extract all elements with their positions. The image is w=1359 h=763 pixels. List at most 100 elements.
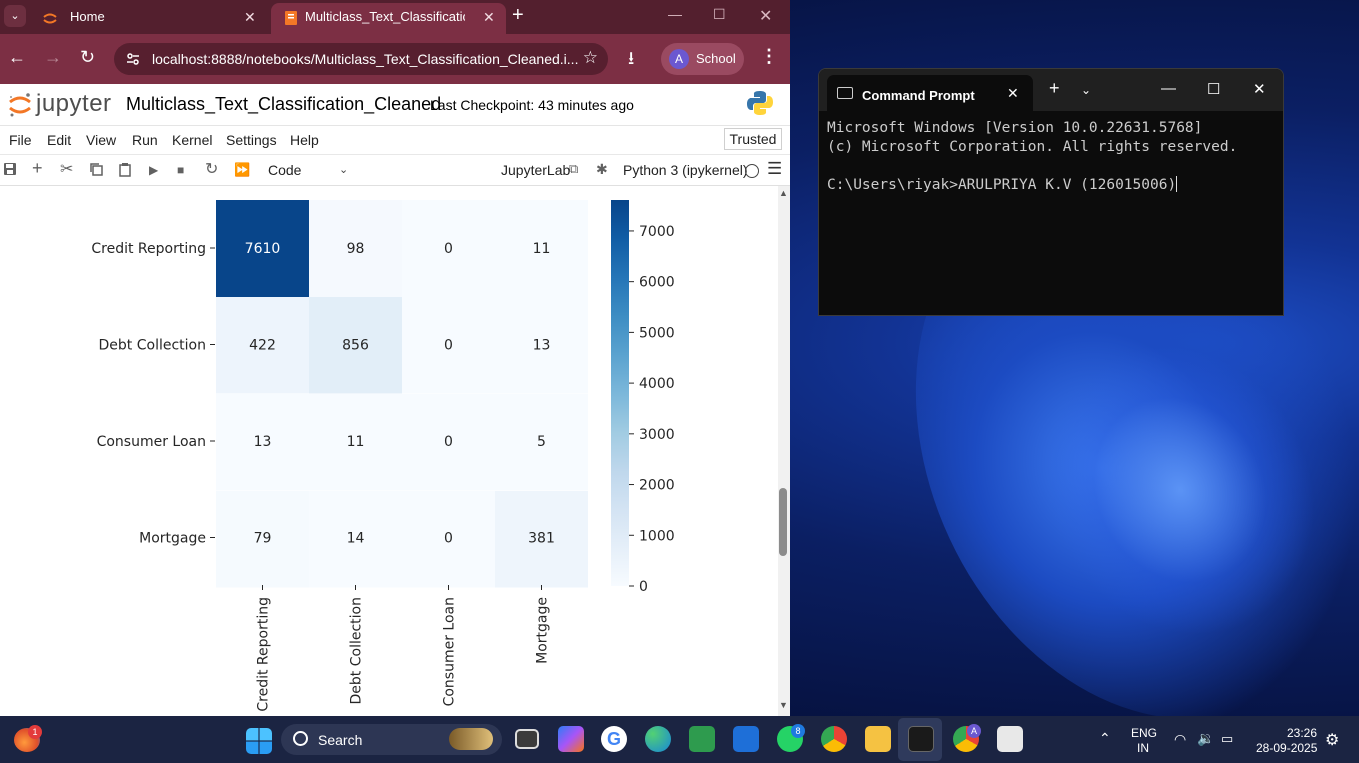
- browser-window: ⌄ Home ✕ Multiclass_Text_Classification_…: [0, 0, 790, 716]
- confusion-matrix-heatmap: 7610 98 0 11 Credit Reporting 422 856 0 13 Debt C…: [91, 200, 675, 712]
- new-tab-button[interactable]: +: [512, 4, 524, 27]
- battery-icon[interactable]: ▭: [1221, 731, 1233, 747]
- jupyter-logo-icon: [9, 93, 31, 117]
- terminal-prompt-line: C:\Users\riyak>ARULPRIYA K.V (126015006): [827, 177, 1177, 193]
- maximize-button[interactable]: ☐: [1207, 80, 1220, 98]
- add-cell-icon[interactable]: +: [32, 158, 43, 179]
- notebook-scrollbar[interactable]: ▲ ▼: [778, 186, 790, 716]
- bookmark-star-icon[interactable]: ☆: [583, 48, 598, 68]
- widgets-badge: 1: [28, 725, 42, 739]
- chevron-up-icon[interactable]: ⌃: [1099, 730, 1111, 747]
- clock-date[interactable]: 28-09-2025: [1256, 741, 1317, 755]
- cell-value-label: 422: [249, 338, 276, 354]
- hamburger-menu-icon[interactable]: ☰: [767, 159, 782, 179]
- whatsapp-badge: 8: [791, 724, 805, 738]
- cut-icon[interactable]: ✂: [60, 159, 73, 179]
- close-icon[interactable]: ✕: [244, 3, 256, 31]
- minimize-button[interactable]: —: [1161, 80, 1176, 97]
- stop-icon[interactable]: ■: [177, 163, 184, 177]
- debugger-bug-icon[interactable]: ✱: [596, 161, 608, 178]
- tab-notebook-label: Multiclass_Text_Classification_Cleaned: [305, 9, 465, 24]
- terminal-line: C:\Users\riyak>ARULPRIYA K.V (126015006): [827, 176, 1277, 195]
- jupyter-logo[interactable]: jupyter: [8, 90, 120, 118]
- input-language[interactable]: ENG: [1131, 726, 1157, 740]
- forward-arrow-icon[interactable]: →: [44, 47, 62, 68]
- menu-file[interactable]: File: [9, 132, 32, 148]
- notepad-icon[interactable]: [733, 726, 759, 752]
- site-info-icon[interactable]: [126, 52, 140, 66]
- notebook-output-area: 7610 98 0 11 Credit Reporting 422 856 0 13 Debt C…: [0, 186, 778, 716]
- reload-icon[interactable]: ↻: [80, 47, 95, 68]
- download-icon[interactable]: ⭳: [628, 46, 634, 76]
- google-icon[interactable]: G: [601, 726, 627, 752]
- close-icon[interactable]: ✕: [1007, 85, 1019, 102]
- menu-bar: File Edit View Run Kernel Settings Help …: [0, 126, 790, 154]
- notebook-title[interactable]: Multiclass_Text_Classification_Cleaned: [126, 94, 441, 115]
- edge-icon[interactable]: [645, 726, 671, 752]
- new-tab-button[interactable]: +: [1049, 78, 1060, 99]
- scrollbar-thumb[interactable]: [779, 488, 787, 556]
- column-tick-label: Mortgage: [535, 597, 551, 664]
- copilot-icon[interactable]: [558, 726, 584, 752]
- jupyter-header: jupyter Multiclass_Text_Classification_C…: [0, 84, 790, 126]
- tab-home[interactable]: Home ✕: [30, 3, 267, 34]
- close-window-button[interactable]: ✕: [1253, 80, 1266, 98]
- copy-icon[interactable]: [89, 162, 103, 179]
- scroll-down-arrow-icon[interactable]: ▼: [779, 700, 788, 710]
- menu-kernel[interactable]: Kernel: [172, 132, 212, 148]
- row-tick-label: Mortgage: [139, 531, 206, 547]
- terminal-icon[interactable]: [908, 726, 934, 752]
- trusted-indicator[interactable]: Trusted: [724, 128, 782, 150]
- column-tick-label: Consumer Loan: [442, 597, 458, 706]
- windows-start-icon[interactable]: [246, 728, 272, 754]
- wifi-icon[interactable]: ◠: [1174, 731, 1186, 748]
- task-view-icon[interactable]: [515, 729, 539, 749]
- clock-time[interactable]: 23:26: [1287, 726, 1317, 740]
- input-region[interactable]: IN: [1137, 741, 1149, 755]
- menu-run[interactable]: Run: [132, 132, 158, 148]
- cell-type-select[interactable]: Code: [268, 162, 301, 178]
- terminal-output[interactable]: Microsoft Windows [Version 10.0.22631.57…: [827, 119, 1277, 195]
- close-icon[interactable]: ✕: [483, 3, 495, 31]
- chevron-down-icon[interactable]: ⌄: [1081, 83, 1091, 97]
- terminal-titlebar: Command Prompt ✕ + ⌄ — ☐ ✕: [819, 69, 1283, 111]
- tab-search-button[interactable]: ⌄: [4, 5, 26, 27]
- menu-view[interactable]: View: [86, 132, 116, 148]
- classroom-icon[interactable]: [689, 726, 715, 752]
- paste-icon[interactable]: [118, 162, 132, 180]
- restart-icon[interactable]: ↻: [205, 159, 218, 179]
- cmd-icon: [837, 87, 853, 99]
- chevron-down-icon[interactable]: ⌄: [339, 163, 348, 176]
- back-arrow-icon[interactable]: ←: [8, 47, 26, 68]
- menu-edit[interactable]: Edit: [47, 132, 71, 148]
- address-bar[interactable]: localhost:8888/notebooks/Multiclass_Text…: [114, 43, 608, 75]
- browser-toolbar: ← → ↻ localhost:8888/notebooks/Multiclas…: [0, 34, 790, 84]
- external-link-icon[interactable]: ⧉: [569, 161, 578, 177]
- terminal-window: Command Prompt ✕ + ⌄ — ☐ ✕ Microsoft Win…: [818, 68, 1284, 316]
- run-icon[interactable]: ▶: [149, 163, 158, 177]
- colorbar-tick-label: 4000: [639, 376, 675, 392]
- tab-notebook[interactable]: Multiclass_Text_Classification_Cleaned ✕: [271, 3, 506, 34]
- more-menu-icon[interactable]: ⋮: [760, 46, 778, 67]
- scroll-up-arrow-icon[interactable]: ▲: [779, 188, 788, 198]
- snipping-tool-icon[interactable]: [997, 726, 1023, 752]
- jupyterlab-link[interactable]: JupyterLab: [501, 162, 570, 178]
- kernel-name[interactable]: Python 3 (ipykernel): [623, 162, 748, 178]
- terminal-tab[interactable]: Command Prompt ✕: [827, 75, 1033, 111]
- profile-button[interactable]: A School: [661, 43, 744, 75]
- menu-settings[interactable]: Settings: [226, 132, 277, 148]
- notifications-icon[interactable]: ⚙: [1325, 730, 1339, 750]
- restart-run-all-icon[interactable]: ⏩: [234, 162, 250, 178]
- chrome-icon[interactable]: [821, 726, 847, 752]
- avatar: A: [669, 49, 689, 69]
- search-label: Search: [318, 732, 363, 748]
- save-icon[interactable]: [3, 162, 17, 179]
- minimize-button[interactable]: —: [668, 6, 682, 22]
- cell-value-label: 5: [537, 434, 546, 450]
- menu-help[interactable]: Help: [290, 132, 319, 148]
- taskbar-search[interactable]: Search: [281, 724, 502, 755]
- file-explorer-icon[interactable]: [865, 726, 891, 752]
- volume-icon[interactable]: 🔉: [1197, 730, 1214, 747]
- close-window-button[interactable]: ✕: [759, 6, 772, 26]
- maximize-button[interactable]: ☐: [713, 6, 726, 23]
